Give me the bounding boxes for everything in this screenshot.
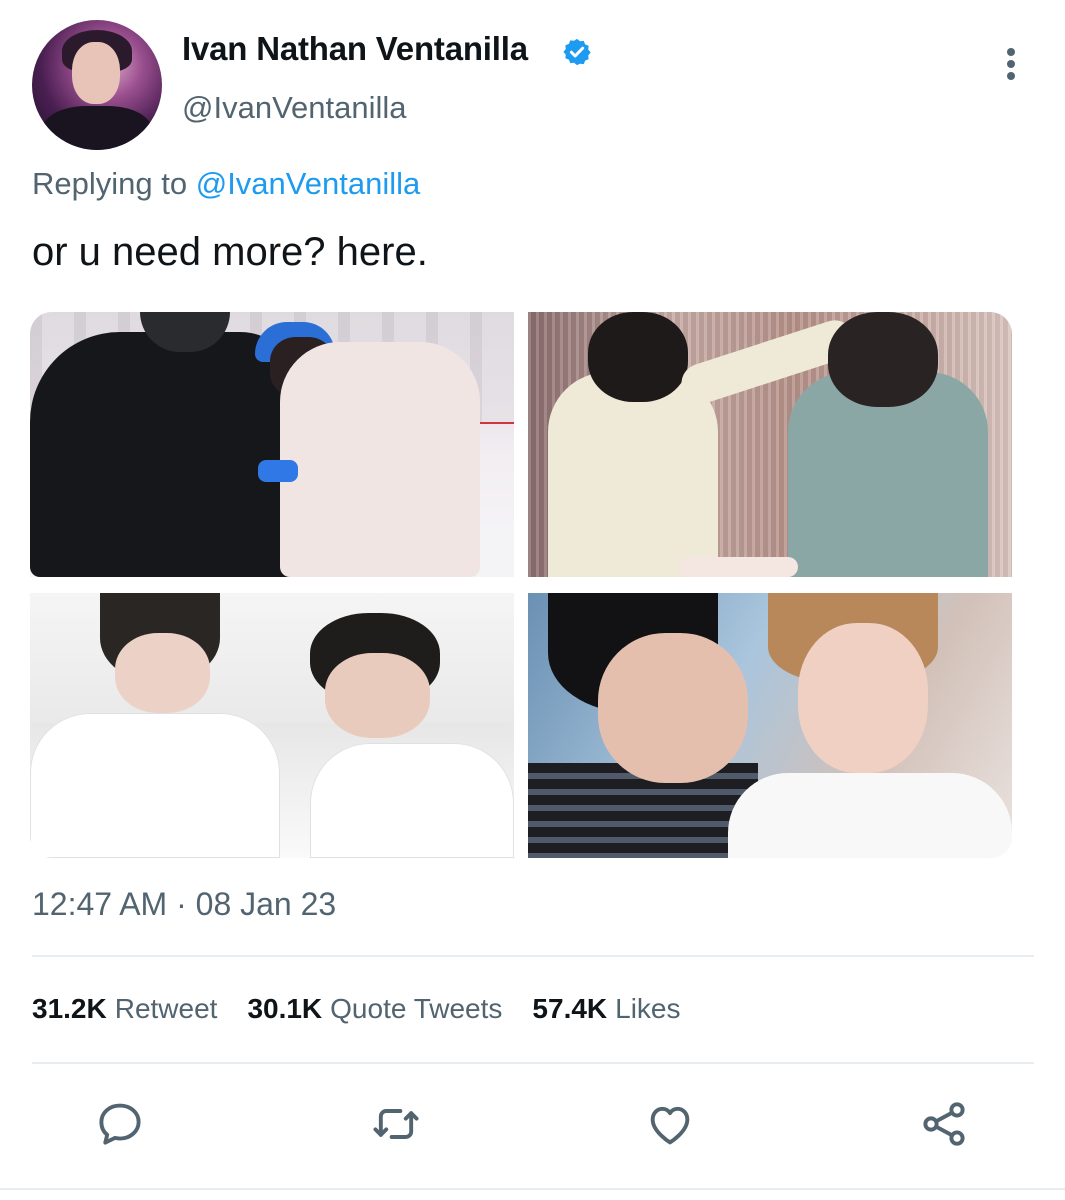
bottom-divider [0, 1188, 1065, 1190]
tweet-text: or u need more? here. [32, 230, 428, 274]
author-display-name[interactable]: Ivan Nathan Ventanilla [182, 30, 528, 68]
reply-mention-link[interactable]: @IvanVentanilla [196, 166, 421, 201]
heart-icon[interactable] [644, 1098, 696, 1150]
divider-bottom [32, 1062, 1034, 1064]
divider-top [32, 955, 1034, 957]
retweet-stat[interactable]: 31.2K Retweet [32, 993, 217, 1025]
media-photo-1[interactable] [30, 312, 514, 577]
media-photo-4[interactable] [528, 593, 1012, 858]
replying-to-prefix: Replying to [32, 166, 188, 201]
verified-badge-icon [562, 37, 592, 67]
avatar-body [42, 106, 152, 150]
tweet-actions [0, 1098, 1065, 1154]
retweet-icon[interactable] [370, 1098, 422, 1150]
media-photo-2[interactable] [528, 312, 1012, 577]
retweet-label: Retweet [114, 993, 218, 1024]
author-avatar[interactable] [32, 20, 162, 150]
tweet-timestamp[interactable]: 12:47 AM · 08 Jan 23 [32, 886, 336, 923]
media-photo-3[interactable] [30, 593, 514, 858]
retweet-count: 31.2K [32, 993, 107, 1024]
quote-tweets-stat[interactable]: 30.1K Quote Tweets [247, 993, 502, 1025]
replying-to: Replying to @IvanVentanilla [32, 166, 420, 202]
more-vertical-icon[interactable] [998, 44, 1024, 84]
reply-icon[interactable] [94, 1098, 146, 1150]
author-handle[interactable]: @IvanVentanilla [182, 90, 407, 126]
avatar-face [72, 42, 120, 104]
likes-label: Likes [615, 993, 681, 1024]
likes-stat[interactable]: 57.4K Likes [532, 993, 680, 1025]
engagement-stats: 31.2K Retweet 30.1K Quote Tweets 57.4K Like… [32, 993, 681, 1025]
likes-count: 57.4K [532, 993, 608, 1024]
share-icon[interactable] [918, 1098, 970, 1150]
quote-tweets-count: 30.1K [247, 993, 323, 1024]
quote-tweets-label: Quote Tweets [330, 993, 503, 1024]
media-grid [30, 312, 1012, 858]
